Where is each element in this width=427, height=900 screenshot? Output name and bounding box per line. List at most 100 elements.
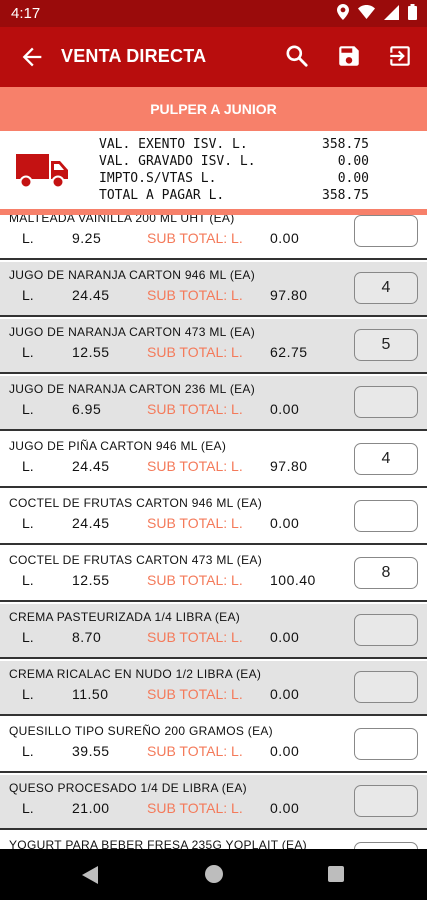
product-row: QUESILLO TIPO SUREÑO 200 GRAMOS (EA) L. … [0, 718, 427, 773]
totals-summary: VAL. EXENTO ISV. L. 358.75 VAL. GRAVADO … [0, 131, 427, 209]
currency-label: L. [22, 230, 34, 246]
summary-value: 0.00 [337, 154, 369, 169]
product-subtotal: 0.00 [270, 629, 300, 645]
truck-icon [16, 151, 68, 194]
quantity-input[interactable]: 4 [354, 272, 418, 304]
currency-label: L. [22, 800, 34, 816]
quantity-input[interactable] [354, 671, 418, 703]
product-price: 39.55 [72, 743, 110, 759]
product-price: 24.45 [72, 287, 110, 303]
product-row: YOGURT PARA BEBER FRESA 235G YOPLAIT (EA… [0, 832, 427, 849]
product-price: 24.45 [72, 458, 110, 474]
status-icons [337, 4, 417, 25]
quantity-input[interactable] [354, 728, 418, 760]
summary-label: TOTAL A PAGAR L. [99, 188, 225, 203]
subtotal-label: SUB TOTAL: L. [147, 686, 243, 702]
product-list[interactable]: MALTEADA VAINILLA 200 ML UHT (EA) L. 9.2… [0, 215, 427, 849]
subtotal-label: SUB TOTAL: L. [147, 401, 243, 417]
save-icon[interactable] [336, 43, 364, 71]
product-name: CREMA RICALAC EN NUDO 1/2 LIBRA (EA) [9, 667, 262, 681]
summary-line-exento: VAL. EXENTO ISV. L. 358.75 [99, 137, 369, 152]
product-price: 24.45 [72, 515, 110, 531]
product-name: JUGO DE NARANJA CARTON 473 ML (EA) [9, 325, 256, 339]
wifi-icon [358, 5, 375, 24]
product-subtotal: 0.00 [270, 743, 300, 759]
currency-label: L. [22, 515, 34, 531]
subtotal-label: SUB TOTAL: L. [147, 287, 243, 303]
quantity-input[interactable] [354, 614, 418, 646]
summary-label: IMPTO.S/VTAS L. [99, 171, 217, 186]
product-price: 11.50 [72, 686, 109, 702]
subtotal-label: SUB TOTAL: L. [147, 743, 243, 759]
product-name: JUGO DE NARANJA CARTON 236 ML (EA) [9, 382, 256, 396]
currency-label: L. [22, 629, 34, 645]
quantity-input[interactable] [354, 842, 418, 849]
currency-label: L. [22, 344, 34, 360]
product-name: CREMA PASTEURIZADA 1/4 LIBRA (EA) [9, 610, 241, 624]
quantity-input[interactable]: 4 [354, 443, 418, 475]
product-row: JUGO DE PIÑA CARTON 946 ML (EA) L. 24.45… [0, 433, 427, 488]
product-subtotal: 0.00 [270, 401, 300, 417]
summary-label: VAL. GRAVADO ISV. L. [99, 154, 256, 169]
product-price: 12.55 [72, 344, 110, 360]
summary-value: 0.00 [337, 171, 369, 186]
product-name: YOGURT PARA BEBER FRESA 235G YOPLAIT (EA… [9, 838, 307, 849]
product-name: QUESILLO TIPO SUREÑO 200 GRAMOS (EA) [9, 724, 273, 738]
subtotal-label: SUB TOTAL: L. [147, 344, 243, 360]
product-name: JUGO DE PIÑA CARTON 946 ML (EA) [9, 439, 227, 453]
nav-back-icon[interactable] [82, 866, 98, 889]
nav-home-icon[interactable] [205, 865, 223, 883]
product-name: MALTEADA VAINILLA 200 ML UHT (EA) [9, 215, 235, 225]
nav-recents-icon[interactable] [328, 866, 344, 882]
currency-label: L. [22, 686, 34, 702]
currency-label: L. [22, 458, 34, 474]
currency-label: L. [22, 572, 34, 588]
exit-icon[interactable] [387, 43, 415, 71]
summary-value: 358.75 [322, 137, 369, 152]
quantity-input[interactable]: 8 [354, 557, 418, 589]
quantity-input[interactable]: 5 [354, 329, 418, 361]
subtotal-label: SUB TOTAL: L. [147, 800, 243, 816]
product-name: JUGO DE NARANJA CARTON 946 ML (EA) [9, 268, 256, 282]
product-price: 8.70 [72, 629, 102, 645]
back-arrow-icon[interactable] [18, 43, 46, 71]
app-bar: VENTA DIRECTA [0, 27, 427, 87]
product-price: 9.25 [72, 230, 102, 246]
product-price: 12.55 [72, 572, 110, 588]
product-subtotal: 0.00 [270, 515, 300, 531]
product-row: COCTEL DE FRUTAS CARTON 946 ML (EA) L. 2… [0, 490, 427, 545]
client-name-bar: PULPER A JUNIOR [0, 87, 427, 131]
currency-label: L. [22, 743, 34, 759]
summary-line-total: TOTAL A PAGAR L. 358.75 [99, 188, 369, 203]
product-row: JUGO DE NARANJA CARTON 473 ML (EA) L. 12… [0, 319, 427, 374]
product-row: CREMA PASTEURIZADA 1/4 LIBRA (EA) L. 8.7… [0, 604, 427, 659]
summary-label: VAL. EXENTO ISV. L. [99, 137, 248, 152]
currency-label: L. [22, 287, 34, 303]
product-price: 21.00 [72, 800, 110, 816]
product-price: 6.95 [72, 401, 102, 417]
product-subtotal: 62.75 [270, 344, 308, 360]
subtotal-label: SUB TOTAL: L. [147, 572, 243, 588]
product-row: MALTEADA VAINILLA 200 ML UHT (EA) L. 9.2… [0, 215, 427, 260]
product-row: QUESO PROCESADO 1/4 DE LIBRA (EA) L. 21.… [0, 775, 427, 830]
subtotal-label: SUB TOTAL: L. [147, 629, 243, 645]
search-icon[interactable] [284, 43, 312, 71]
status-time: 4:17 [11, 5, 41, 22]
currency-label: L. [22, 401, 34, 417]
quantity-input[interactable] [354, 785, 418, 817]
page-title: VENTA DIRECTA [61, 46, 207, 66]
quantity-input[interactable] [354, 500, 418, 532]
summary-line-impuesto: IMPTO.S/VTAS L. 0.00 [99, 171, 369, 186]
product-name: COCTEL DE FRUTAS CARTON 473 ML (EA) [9, 553, 262, 567]
product-subtotal: 0.00 [270, 230, 300, 246]
quantity-input[interactable] [354, 386, 418, 418]
battery-icon [408, 4, 417, 25]
product-subtotal: 0.00 [270, 686, 300, 702]
subtotal-label: SUB TOTAL: L. [147, 230, 243, 246]
product-subtotal: 97.80 [270, 287, 308, 303]
product-row: JUGO DE NARANJA CARTON 946 ML (EA) L. 24… [0, 262, 427, 317]
summary-line-gravado: VAL. GRAVADO ISV. L. 0.00 [99, 154, 369, 169]
product-row: COCTEL DE FRUTAS CARTON 473 ML (EA) L. 1… [0, 547, 427, 602]
product-row: JUGO DE NARANJA CARTON 236 ML (EA) L. 6.… [0, 376, 427, 431]
quantity-input[interactable] [354, 215, 418, 247]
